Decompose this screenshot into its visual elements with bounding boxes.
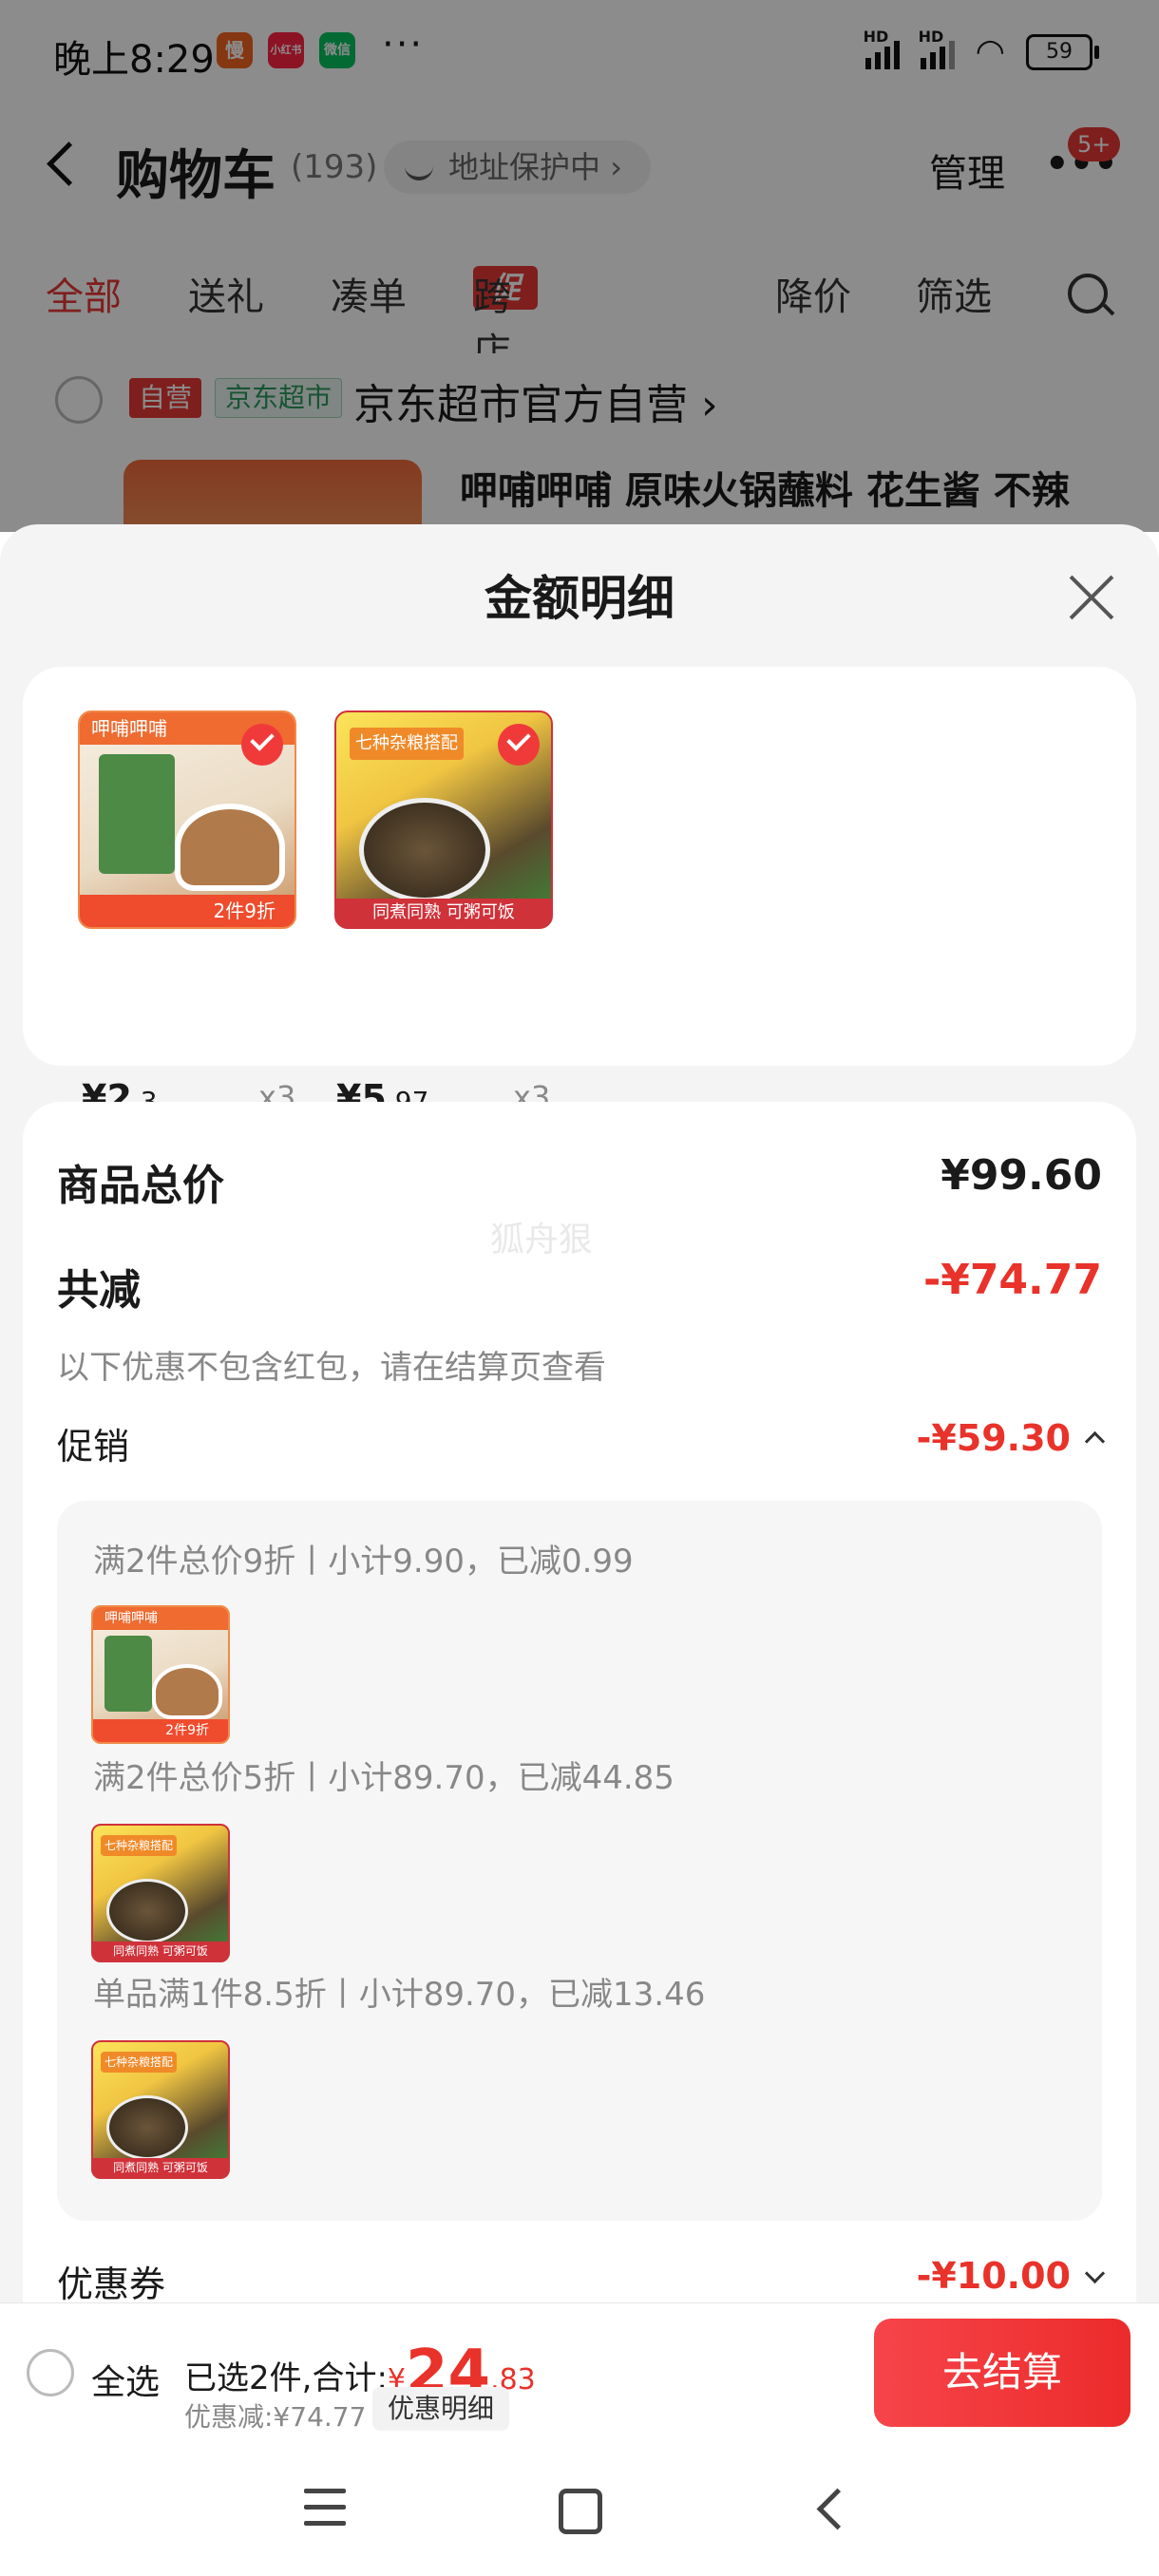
chevron-down-icon	[1084, 2263, 1106, 2284]
select-all-label[interactable]: 全选	[91, 2355, 160, 2404]
price-detail-card: 商品总价 ¥99.60 狐舟狠 共减 -¥74.77 以下优惠不包含红包，请在结…	[23, 1102, 1136, 2302]
coupon-value: -¥10.00	[916, 2255, 1071, 2297]
selected-products-card: 呷哺呷哺 2件9折 七种杂粮搭配 同煮同熟 可粥可饭 ¥2.3 x3 ¥5.97…	[23, 667, 1136, 1119]
back-icon[interactable]	[816, 2488, 859, 2530]
promo-rule-line: 单品满1件8.5折丨小计89.70，已减13.46	[93, 1976, 706, 2014]
checkout-bar: 全选 已选2件,合计:¥24.83 优惠减:¥74.77 优惠明细 去结算	[0, 2302, 1159, 2442]
image-title-band: 七种杂粮搭配	[350, 728, 464, 760]
dim-overlay[interactable]	[0, 0, 1159, 532]
discount-summary: 优惠减:¥74.77	[184, 2401, 367, 2433]
total-label: 商品总价	[57, 1162, 224, 1210]
image-slogan-band: 同煮同熟 可粥可饭	[336, 899, 551, 927]
home-icon[interactable]	[559, 2489, 602, 2534]
selected-text: 已选2件,合计:	[184, 2359, 388, 2397]
sheet-title: 金额明细	[484, 571, 674, 626]
discount-detail-button[interactable]: 优惠明细	[372, 2387, 510, 2431]
product-image-grains[interactable]: 七种杂粮搭配 同煮同熟 可粥可饭	[334, 710, 553, 929]
promo-label: 促销	[57, 1426, 130, 1468]
discount-value: -¥74.77	[922, 1256, 1102, 1304]
promo-rule-line: 满2件总价5折丨小计89.70，已减44.85	[93, 1759, 674, 1797]
close-icon[interactable]	[1068, 574, 1115, 621]
discount-label: 共减	[57, 1266, 141, 1315]
promo-toggle[interactable]: -¥59.30	[916, 1417, 1106, 1459]
promo-value: -¥59.30	[916, 1417, 1071, 1459]
package-shape	[99, 754, 175, 874]
system-navigation-bar	[0, 2441, 1159, 2576]
sauce-bowl-shape	[175, 804, 285, 891]
select-all-radio[interactable]	[27, 2349, 74, 2396]
grain-bowl-shape	[359, 798, 490, 902]
discount-note: 以下优惠不包含红包，请在结算页查看	[57, 1349, 606, 1387]
watermark: 狐舟狠	[490, 1221, 594, 1260]
coupon-toggle[interactable]: -¥10.00	[916, 2255, 1106, 2297]
promo-detail-box: 满2件总价9折丨小计9.90，已减0.99 呷哺呷哺 2件9折 满2件总价5折丨小…	[57, 1501, 1102, 2221]
promo-product-thumbnail[interactable]: 呷哺呷哺 2件9折	[91, 1605, 230, 1744]
checkout-button[interactable]: 去结算	[874, 2319, 1130, 2427]
image-promo-band: 2件9折	[80, 895, 294, 927]
selected-check-icon[interactable]	[498, 724, 540, 766]
coupon-label: 优惠券	[57, 2263, 166, 2302]
total-value: ¥99.60	[940, 1151, 1102, 1200]
chevron-up-icon	[1084, 1430, 1106, 1452]
amount-detail-sheet: 金额明细 呷哺呷哺 2件9折 七种杂粮搭配 同煮同熟 可粥可饭 ¥2.3 x3 …	[0, 524, 1159, 2302]
promo-rule-line: 满2件总价9折丨小计9.90，已减0.99	[93, 1543, 634, 1581]
selected-check-icon[interactable]	[241, 724, 283, 766]
promo-product-thumbnail[interactable]: 七种杂粮搭配 同煮同熟 可粥可饭	[91, 2040, 230, 2179]
menu-icon[interactable]	[304, 2489, 346, 2527]
promo-product-thumbnail[interactable]: 七种杂粮搭配 同煮同熟 可粥可饭	[91, 1824, 230, 1962]
product-image-peanut-sauce[interactable]: 呷哺呷哺 2件9折	[78, 710, 296, 929]
